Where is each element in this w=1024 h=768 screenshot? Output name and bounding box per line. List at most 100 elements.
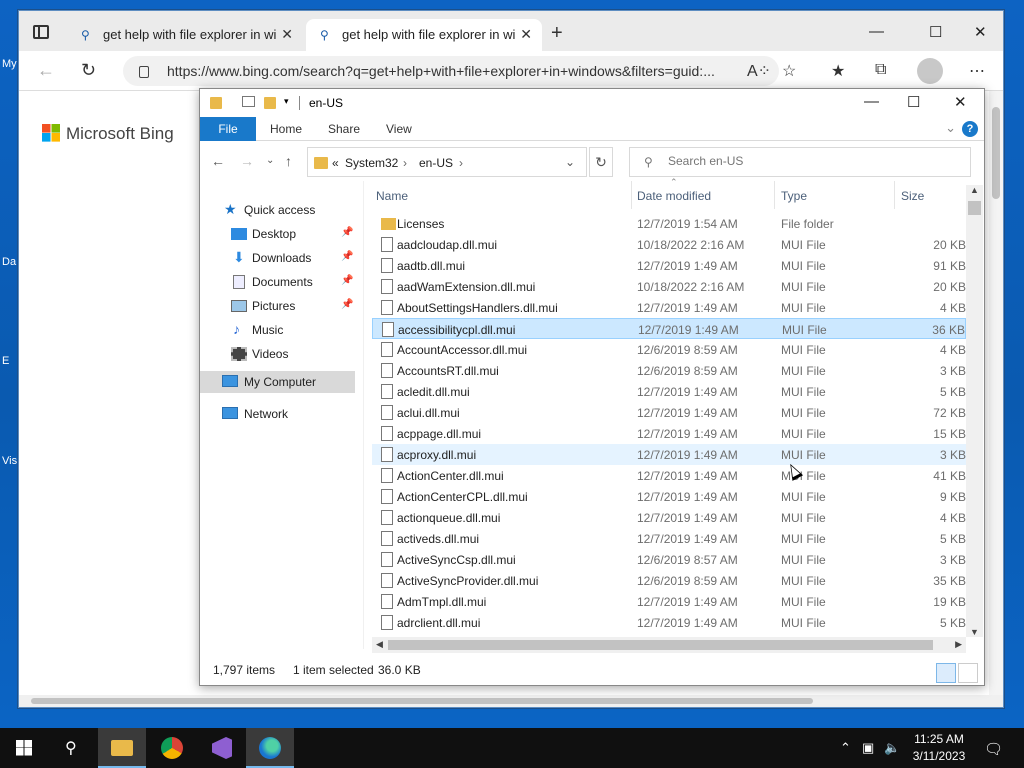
properties-icon[interactable] — [242, 96, 255, 107]
column-name[interactable]: Name — [376, 189, 408, 203]
up-icon[interactable]: ↑ — [285, 153, 292, 169]
nav-item-downloads[interactable]: ⬇ Downloads 📌 — [200, 247, 355, 269]
pin-icon[interactable]: 📌 — [341, 299, 353, 310]
details-view-button[interactable] — [936, 663, 956, 683]
table-row[interactable]: acproxy.dll.mui 12/7/2019 1:49 AM MUI File… — [372, 444, 966, 465]
scroll-up-icon[interactable]: ▲ — [970, 185, 979, 195]
tab-share[interactable]: Share — [328, 122, 360, 136]
chevron-down-icon[interactable]: ⌄ — [565, 155, 575, 169]
taskbar-edge[interactable] — [246, 728, 294, 768]
chevron-up-icon[interactable]: ⌃ — [840, 740, 851, 756]
new-tab-button[interactable]: + — [551, 23, 563, 43]
collections-icon[interactable]: ⧉ — [875, 61, 886, 79]
table-row[interactable]: AdmTmpl.dll.mui 12/7/2019 1:49 AM MUI File… — [372, 591, 966, 612]
volume-icon[interactable]: 🔈 — [884, 740, 900, 756]
column-divider[interactable] — [774, 181, 775, 209]
refresh-button[interactable]: ↻ — [589, 147, 613, 177]
breadcrumb-item[interactable]: en-US — [419, 156, 453, 170]
nav-item-my-computer[interactable]: My Computer — [200, 371, 355, 393]
favorites-icon[interactable]: ★ — [831, 61, 845, 81]
pin-icon[interactable]: 📌 — [341, 251, 353, 262]
url-field[interactable]: https://www.bing.com/search?q=get+help+w… — [123, 56, 779, 86]
table-row[interactable]: ActiveSyncCsp.dll.mui 12/6/2019 8:57 AM MU… — [372, 549, 966, 570]
back-icon[interactable]: ← — [37, 60, 55, 81]
breadcrumb-item[interactable]: System32 — [345, 156, 398, 170]
table-row[interactable]: actionqueue.dll.mui 12/7/2019 1:49 AM MUI … — [372, 507, 966, 528]
desktop-label[interactable]: Da — [2, 256, 16, 268]
expand-ribbon-icon[interactable]: ⌄ — [945, 120, 956, 136]
table-row[interactable]: ActionCenterCPL.dll.mui 12/7/2019 1:49 AM… — [372, 486, 966, 507]
chevron-right-icon[interactable]: › — [459, 156, 463, 170]
table-row[interactable]: ActionCenter.dll.mui 12/7/2019 1:49 AM MUI… — [372, 465, 966, 486]
more-icon[interactable]: ⋯ — [969, 61, 985, 81]
desktop-label[interactable]: Vis — [2, 455, 17, 467]
refresh-icon[interactable]: ↻ — [81, 60, 96, 81]
scroll-thumb[interactable] — [992, 107, 1000, 199]
table-row[interactable]: aadcloudap.dll.mui 10/18/2022 2:16 AM MUI … — [372, 234, 966, 255]
pin-icon[interactable]: 📌 — [341, 275, 353, 286]
tab-actions-icon[interactable] — [33, 25, 49, 39]
read-aloud-icon[interactable]: A⁘ — [747, 61, 771, 81]
pin-icon[interactable]: 📌 — [341, 227, 353, 238]
table-row[interactable]: acppage.dll.mui 12/7/2019 1:49 AM MUI File… — [372, 423, 966, 444]
browser-tab[interactable]: ⚲ get help with file explorer in wind ✕ — [67, 19, 303, 51]
table-row[interactable]: AccountsRT.dll.mui 12/6/2019 8:59 AM MUI F… — [372, 360, 966, 381]
page-scrollbar[interactable] — [989, 91, 1003, 695]
new-folder-icon[interactable] — [264, 97, 276, 109]
help-icon[interactable]: ? — [962, 121, 978, 137]
search-input[interactable] — [668, 154, 948, 168]
scroll-thumb[interactable] — [968, 201, 981, 215]
table-row[interactable]: aadWamExtension.dll.mui 10/18/2022 2:16 A… — [372, 276, 966, 297]
scroll-down-icon[interactable]: ▼ — [970, 627, 979, 637]
start-button[interactable] — [0, 728, 48, 768]
nav-item-desktop[interactable]: Desktop 📌 — [200, 223, 355, 245]
scroll-left-icon[interactable]: ◀ — [376, 639, 383, 650]
taskbar-chrome[interactable] — [148, 728, 196, 768]
search-button[interactable]: ⚲ — [48, 728, 96, 768]
nav-item-network[interactable]: Network — [200, 403, 355, 425]
column-type[interactable]: Type — [781, 189, 807, 203]
back-icon[interactable]: ← — [211, 153, 225, 169]
table-row[interactable]: adrclient.dll.mui 12/7/2019 1:49 AM MUI Fi… — [372, 612, 966, 633]
page-hscrollbar[interactable] — [19, 695, 1003, 707]
chevron-right-icon[interactable]: › — [403, 156, 407, 170]
column-date-modified[interactable]: Date modified — [637, 189, 711, 203]
minimize-icon[interactable]: — — [869, 23, 884, 40]
nav-item-quick-access[interactable]: ★ Quick access — [200, 199, 355, 221]
forward-icon[interactable]: → — [240, 153, 254, 169]
table-row[interactable]: AboutSettingsHandlers.dll.mui 12/7/2019 1… — [372, 297, 966, 318]
add-favorite-icon[interactable]: ☆ — [782, 61, 796, 81]
customize-qat-icon[interactable]: ▾ — [284, 96, 289, 107]
table-row[interactable]: activeds.dll.mui 12/7/2019 1:49 AM MUI Fil… — [372, 528, 966, 549]
search-box[interactable]: ⚲ — [629, 147, 971, 177]
table-row[interactable]: aadtb.dll.mui 12/7/2019 1:49 AM MUI File 91… — [372, 255, 966, 276]
clock[interactable]: 11:25 AM 3/11/2023 — [904, 731, 974, 765]
tab-file[interactable]: File — [200, 117, 256, 141]
table-row[interactable]: acledit.dll.mui 12/7/2019 1:49 AM MUI File… — [372, 381, 966, 402]
tab-home[interactable]: Home — [270, 122, 302, 136]
column-size[interactable]: Size — [901, 189, 924, 203]
table-row[interactable]: aclui.dll.mui 12/7/2019 1:49 AM MUI File 72… — [372, 402, 966, 423]
notifications-icon[interactable]: 🗨 — [984, 740, 1003, 758]
minimize-icon[interactable]: — — [864, 93, 879, 110]
browser-tab-active[interactable]: ⚲ get help with file explorer in wind ✕ — [306, 19, 542, 51]
avatar[interactable] — [917, 58, 943, 84]
file-list-scrollbar[interactable]: ▲ ▼ — [966, 185, 983, 637]
table-row[interactable]: ActiveSyncProvider.dll.mui 12/6/2019 8:59… — [372, 570, 966, 591]
scroll-thumb[interactable] — [388, 640, 933, 650]
column-divider[interactable] — [631, 181, 632, 209]
desktop-label[interactable]: My — [2, 58, 17, 70]
file-list-hscrollbar[interactable]: ◀ ▶ — [372, 637, 966, 653]
nav-item-pictures[interactable]: Pictures 📌 — [200, 295, 355, 317]
table-row[interactable]: accessibilitycpl.dll.mui 12/7/2019 1:49 A… — [372, 318, 966, 339]
close-icon[interactable]: ✕ — [520, 26, 532, 43]
taskbar-visual-studio[interactable] — [198, 728, 246, 768]
taskbar-file-explorer[interactable] — [98, 728, 146, 768]
url-text[interactable]: https://www.bing.com/search?q=get+help+w… — [167, 63, 747, 79]
tab-view[interactable]: View — [386, 122, 412, 136]
maximize-icon[interactable]: ☐ — [907, 93, 920, 111]
breadcrumb[interactable]: « System32 › en-US › ⌄ — [307, 147, 587, 177]
breadcrumb-overflow[interactable]: « — [332, 156, 339, 170]
scroll-thumb[interactable] — [31, 698, 813, 704]
close-icon[interactable]: ✕ — [954, 93, 967, 111]
